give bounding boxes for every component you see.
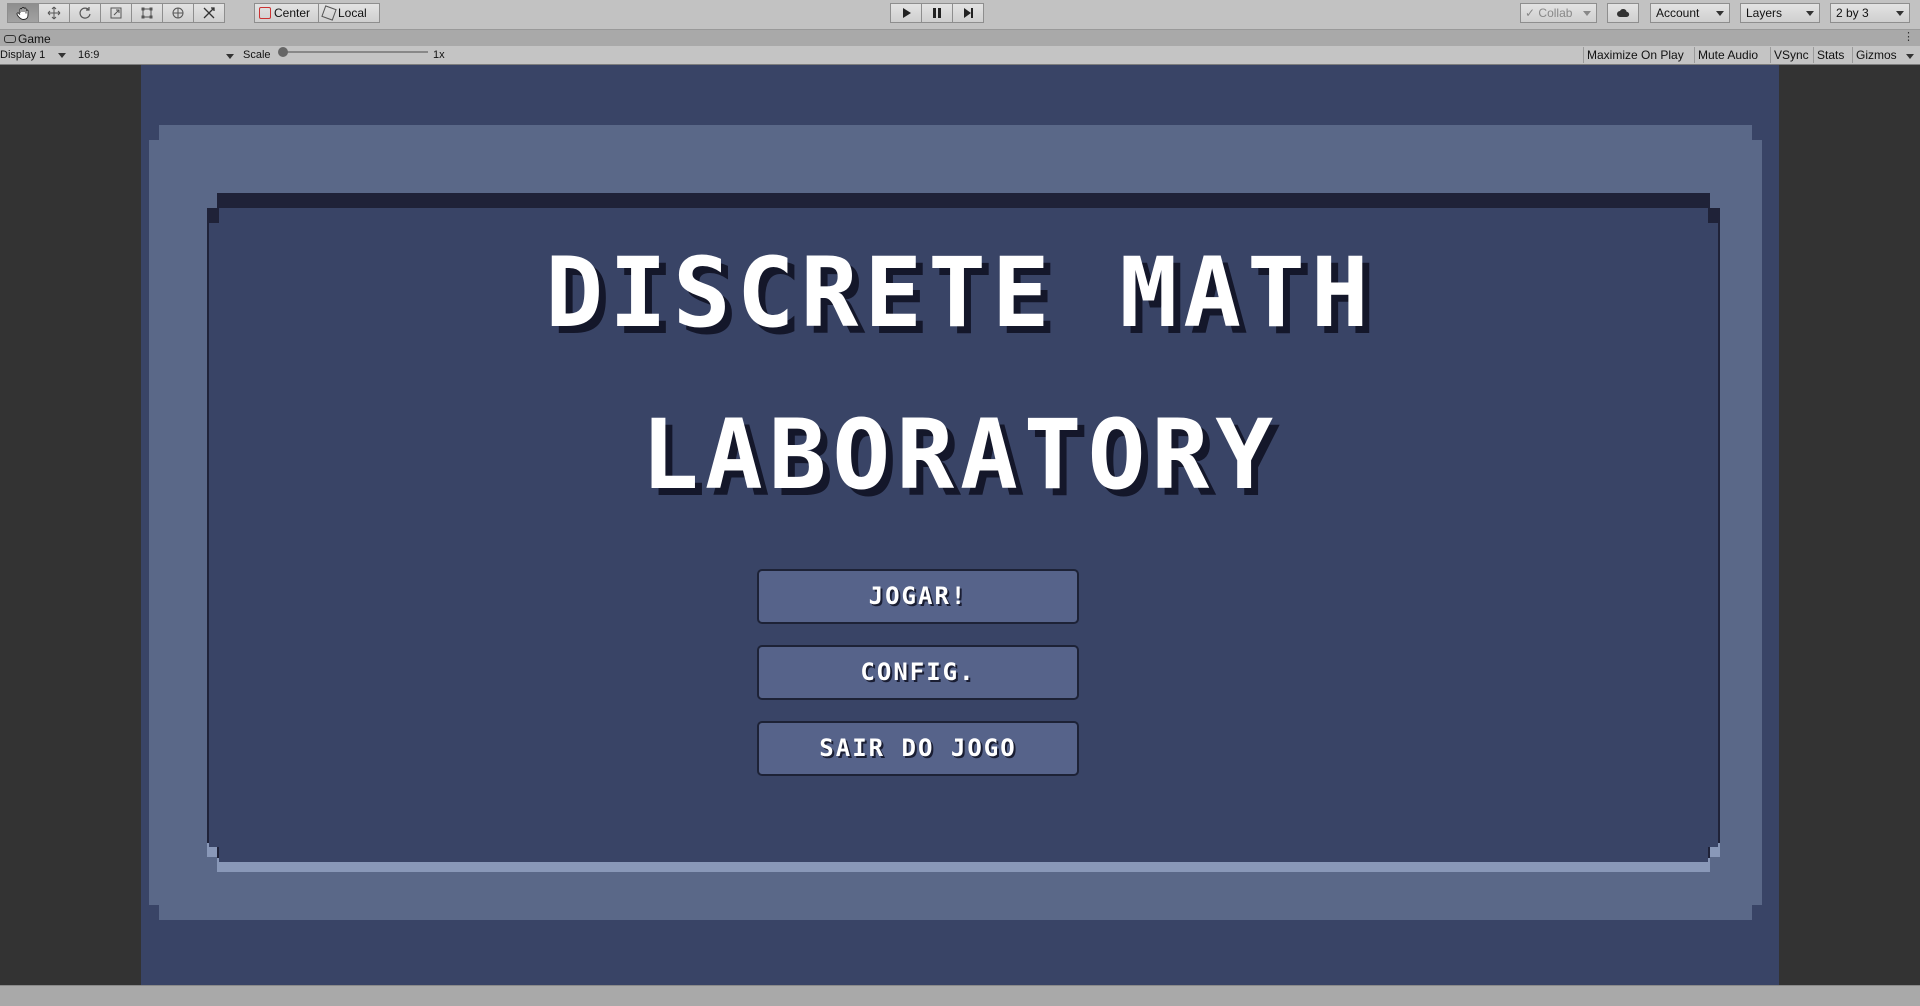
- viewport-letterbox-left: [0, 65, 141, 985]
- pause-icon: [933, 8, 941, 18]
- pivot-toggles: Center Local: [254, 3, 380, 25]
- pivot-mode-button[interactable]: Center: [254, 3, 319, 23]
- mute-audio-toggle[interactable]: Mute Audio: [1694, 47, 1761, 63]
- chevron-down-icon: [1906, 54, 1915, 59]
- chevron-down-icon: [1896, 11, 1904, 16]
- account-label: Account: [1656, 6, 1700, 20]
- scale-value: 1x: [433, 49, 445, 61]
- play-game-button[interactable]: JOGAR!: [757, 569, 1079, 624]
- rect-transform-icon: [141, 7, 153, 19]
- check-icon: ✓: [1525, 6, 1536, 20]
- aspect-label: 16:9: [78, 49, 100, 61]
- main-toolbar: Center Local ✓ Collab Account Layers 2 b…: [0, 0, 1920, 30]
- tools-icon: [203, 7, 215, 19]
- layout-label: 2 by 3: [1836, 6, 1869, 20]
- scale-label: Scale: [243, 49, 271, 61]
- chevron-down-icon: [1716, 11, 1724, 16]
- hand-tool-button[interactable]: [7, 3, 39, 23]
- chevron-down-icon: [226, 54, 234, 59]
- gizmos-toggle[interactable]: Gizmos: [1852, 47, 1917, 63]
- move-tool-button[interactable]: [38, 3, 70, 23]
- cloud-button[interactable]: [1607, 3, 1639, 23]
- scale-slider-thumb[interactable]: [278, 47, 288, 57]
- move-icon: [47, 6, 61, 20]
- cloud-icon: [1617, 8, 1630, 18]
- display-label: Display 1: [0, 49, 46, 61]
- scale-slider-track[interactable]: [278, 47, 428, 57]
- game-viewport: DISCRETE MATH LABORATORY JOGAR! CONFIG. …: [141, 65, 1779, 985]
- game-title-line2: LABORATORY: [641, 399, 1279, 511]
- transform-tool-button[interactable]: [162, 3, 194, 23]
- maximize-on-play-toggle[interactable]: Maximize On Play: [1583, 47, 1687, 63]
- tab-game-label: Game: [18, 32, 51, 46]
- game-tab-bar: Game ⋮: [0, 30, 1920, 46]
- vsync-toggle[interactable]: VSync: [1770, 47, 1812, 63]
- quit-game-button[interactable]: SAIR DO JOGO: [757, 721, 1079, 776]
- gamepad-icon: [4, 35, 16, 43]
- game-view-toolbar: Display 1 16:9 Scale 1x Maximize On Play…: [0, 46, 1920, 65]
- chevron-down-icon: [58, 53, 67, 58]
- account-dropdown[interactable]: Account: [1650, 3, 1730, 23]
- chevron-down-icon: [1583, 11, 1591, 16]
- hand-icon: [16, 7, 29, 20]
- play-button[interactable]: [890, 3, 922, 23]
- tab-game[interactable]: Game: [4, 32, 51, 46]
- rect-tool-button[interactable]: [131, 3, 163, 23]
- aspect-dropdown[interactable]: 16:9: [78, 49, 234, 61]
- pause-button[interactable]: [921, 3, 953, 23]
- local-space-icon: [321, 5, 337, 21]
- pivot-center-icon: [259, 7, 271, 19]
- collab-label: Collab: [1538, 6, 1573, 20]
- collab-dropdown[interactable]: ✓ Collab: [1520, 3, 1597, 23]
- stats-toggle[interactable]: Stats: [1813, 47, 1847, 63]
- game-title-line1: DISCRETE MATH: [545, 237, 1375, 349]
- step-icon: [964, 8, 973, 18]
- tab-menu-icon[interactable]: ⋮: [1903, 30, 1914, 43]
- custom-tool-button[interactable]: [193, 3, 225, 23]
- rotate-tool-button[interactable]: [69, 3, 101, 23]
- settings-button[interactable]: CONFIG.: [757, 645, 1079, 700]
- pivot-rotation-label: Local: [338, 6, 367, 20]
- chevron-down-icon: [1806, 11, 1814, 16]
- viewport-letterbox-right: [1779, 65, 1920, 985]
- status-bar: [0, 985, 1920, 1006]
- play-icon: [903, 8, 911, 18]
- pivot-mode-label: Center: [274, 6, 311, 20]
- scale-tool-button[interactable]: [100, 3, 132, 23]
- scale-icon: [110, 7, 122, 19]
- transform-icon: [172, 7, 184, 19]
- layers-dropdown[interactable]: Layers: [1740, 3, 1820, 23]
- rotate-icon: [79, 7, 91, 19]
- layout-dropdown[interactable]: 2 by 3: [1830, 3, 1910, 23]
- play-controls: [890, 3, 984, 25]
- display-dropdown[interactable]: Display 1: [0, 49, 67, 61]
- layers-label: Layers: [1746, 6, 1783, 20]
- pivot-rotation-button[interactable]: Local: [318, 3, 380, 23]
- transform-tools: [7, 3, 225, 25]
- step-button[interactable]: [952, 3, 984, 23]
- gizmos-label: Gizmos: [1856, 48, 1897, 62]
